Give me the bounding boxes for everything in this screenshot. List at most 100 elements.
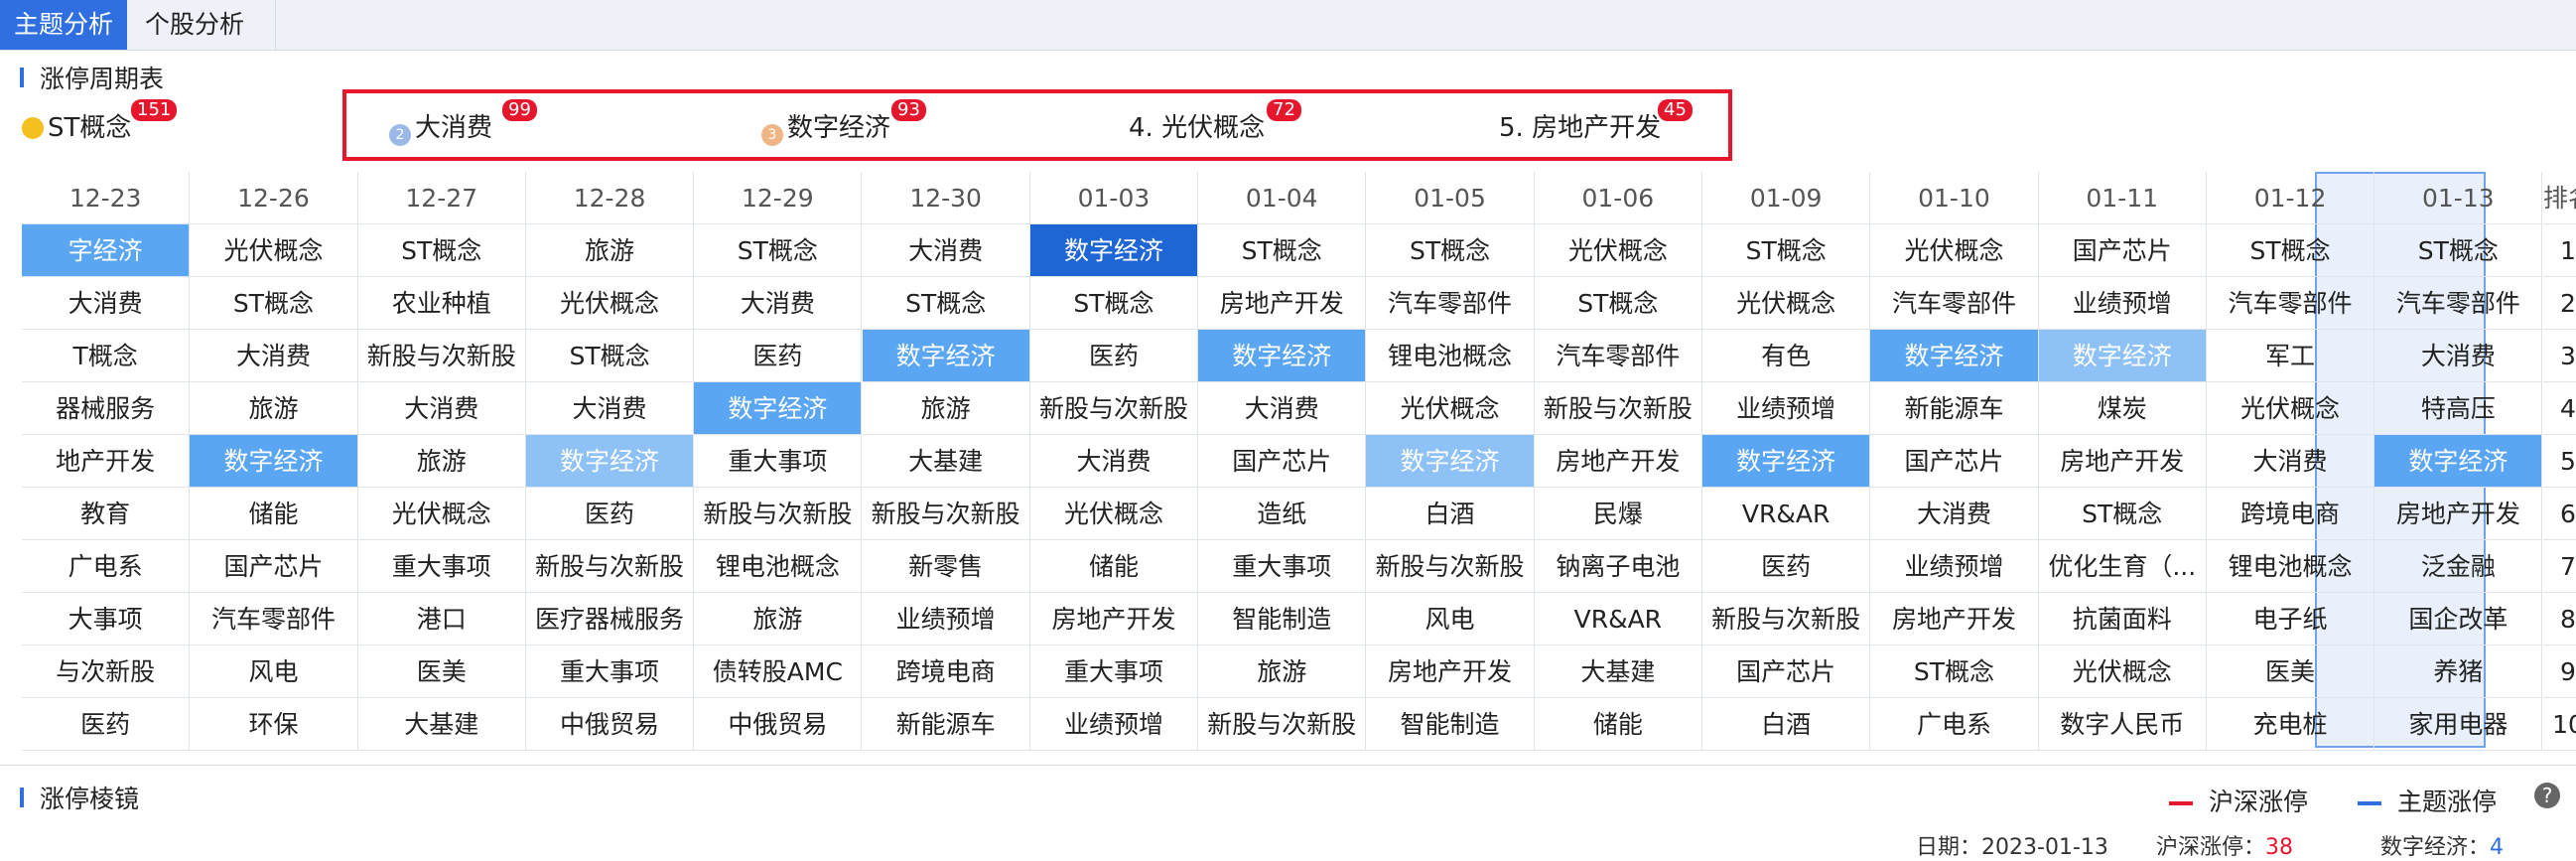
theme-cell[interactable]: 新股与次新股 [525,540,695,593]
theme-cell[interactable]: 白酒 [1702,698,1871,751]
theme-cell[interactable]: 风电 [190,646,358,698]
theme-cell[interactable]: 光伏概念 [525,277,695,330]
theme-cell[interactable]: 港口 [357,593,526,646]
theme-cell[interactable]: 医药 [22,698,191,751]
date-header-6[interactable]: 01-03 [1029,172,1199,224]
theme-cell[interactable]: 新股与次新股 [1702,593,1871,646]
theme-cell[interactable]: 跨境电商 [2206,488,2375,540]
theme-cell[interactable]: 养猪 [2374,646,2543,698]
tab-theme-analysis[interactable]: 主题分析 [0,0,127,50]
theme-cell[interactable]: 锂电池概念 [1366,330,1535,382]
theme-cell[interactable]: 业绩预增 [1870,540,2039,593]
date-header-5[interactable]: 12-30 [862,172,1030,224]
theme-cell[interactable]: 重大事项 [357,540,526,593]
theme-cell[interactable]: 医药 [1029,330,1199,382]
theme-cell[interactable]: 锂电池概念 [694,540,863,593]
theme-cell[interactable]: 储能 [1029,540,1199,593]
theme-cell[interactable]: VR&AR [1534,593,1702,646]
theme-cell[interactable]: 地产开发 [22,435,191,488]
theme-cell[interactable]: 旅游 [694,593,863,646]
theme-cell[interactable]: 中俄贸易 [694,698,863,751]
theme-cell[interactable]: 光伏概念 [1870,224,2039,277]
help-icon[interactable]: ? [2534,783,2560,808]
theme-cell[interactable]: ST概念 [1366,224,1535,277]
date-header-10[interactable]: 01-09 [1702,172,1871,224]
theme-cell[interactable]: 锂电池概念 [2206,540,2375,593]
theme-cell[interactable]: 泛金融 [2374,540,2543,593]
theme-cell[interactable]: ST概念 [1702,224,1871,277]
theme-cell[interactable]: 环保 [190,698,358,751]
theme-cell[interactable]: 医疗器械服务 [525,593,695,646]
theme-cell[interactable]: 抗菌面料 [2038,593,2207,646]
theme-cell[interactable]: 智能制造 [1198,593,1367,646]
theme-cell[interactable]: 光伏概念 [1702,277,1871,330]
theme-cell[interactable]: 充电桩 [2206,698,2375,751]
theme-cell[interactable]: 医药 [525,488,695,540]
theme-cell[interactable]: ST概念 [2206,224,2375,277]
theme-cell[interactable]: 新零售 [862,540,1030,593]
theme-cell[interactable]: 大消费 [22,277,191,330]
theme-cell[interactable]: 国产芯片 [1702,646,1871,698]
theme-cell[interactable]: 与次新股 [22,646,191,698]
theme-cell[interactable]: 有色 [1702,330,1871,382]
theme-cell[interactable]: 房地产开发 [1534,435,1702,488]
theme-cell[interactable]: 广电系 [22,540,191,593]
theme-cell[interactable]: 新股与次新股 [1534,382,1702,435]
theme-cell[interactable]: 大基建 [1534,646,1702,698]
theme-cell[interactable]: 汽车零部件 [190,593,358,646]
theme-cell[interactable]: 重大事项 [525,646,695,698]
theme-cell[interactable]: 民爆 [1534,488,1702,540]
theme-cell[interactable]: 数字经济 [1702,435,1871,488]
theme-cell[interactable]: 新股与次新股 [1029,382,1199,435]
legend-theme-limit-up[interactable]: 主题涨停 [2358,783,2497,818]
theme-cell[interactable]: ST概念 [1029,277,1199,330]
theme-cell[interactable]: 大消费 [862,224,1030,277]
theme-cell[interactable]: 新股与次新股 [862,488,1030,540]
theme-cell[interactable]: ST概念 [1198,224,1367,277]
theme-cell[interactable]: ST概念 [694,224,863,277]
theme-cell[interactable]: ST概念 [862,277,1030,330]
theme-cell[interactable]: ST概念 [1870,646,2039,698]
theme-cell[interactable]: 光伏概念 [2206,382,2375,435]
theme-cell[interactable]: 大事项 [22,593,191,646]
theme-cell[interactable]: 钠离子电池 [1534,540,1702,593]
theme-cell[interactable]: 大消费 [2374,330,2543,382]
theme-cell[interactable]: 汽车零部件 [1366,277,1535,330]
theme-cell[interactable]: 特高压 [2374,382,2543,435]
theme-cell[interactable]: 中俄贸易 [525,698,695,751]
theme-cell[interactable]: 大消费 [525,382,695,435]
theme-cell[interactable]: 大消费 [1870,488,2039,540]
theme-cell[interactable]: 数字经济 [1870,330,2039,382]
theme-cell[interactable]: 优化生育（... [2038,540,2207,593]
date-header-2[interactable]: 12-27 [357,172,526,224]
theme-cell[interactable]: 国产芯片 [1198,435,1367,488]
theme-cell[interactable]: 重大事项 [1029,646,1199,698]
theme-cell[interactable]: 汽车零部件 [1870,277,2039,330]
theme-cell[interactable]: 房地产开发 [1366,646,1535,698]
theme-cell[interactable]: 数字经济 [1198,330,1367,382]
theme-cell[interactable]: 储能 [1534,698,1702,751]
theme-cell[interactable]: 业绩预增 [2038,277,2207,330]
theme-cell[interactable]: 大消费 [1029,435,1199,488]
theme-cell[interactable]: 房地产开发 [2038,435,2207,488]
theme-cell[interactable]: 字经济 [22,224,191,277]
theme-cell[interactable]: 大消费 [190,330,358,382]
date-header-9[interactable]: 01-06 [1534,172,1702,224]
theme-cell[interactable]: 医药 [1702,540,1871,593]
theme-cell[interactable]: ST概念 [357,224,526,277]
theme-cell[interactable]: 农业种植 [357,277,526,330]
theme-cell[interactable]: 光伏概念 [1029,488,1199,540]
date-header-12[interactable]: 01-11 [2038,172,2207,224]
theme-cell[interactable]: 重大事项 [1198,540,1367,593]
theme-cell[interactable]: 业绩预增 [862,593,1030,646]
theme-cell[interactable]: 军工 [2206,330,2375,382]
theme-cell[interactable]: 光伏概念 [1534,224,1702,277]
theme-cell[interactable]: 数字经济 [2038,330,2207,382]
theme-cell[interactable]: 数字经济 [525,435,695,488]
theme-cell[interactable]: ST概念 [190,277,358,330]
theme-cell[interactable]: 数字经济 [694,382,863,435]
theme-cell[interactable]: ST概念 [2038,488,2207,540]
theme-cell[interactable]: 智能制造 [1366,698,1535,751]
theme-cell[interactable]: 广电系 [1870,698,2039,751]
theme-cell[interactable]: 房地产开发 [1870,593,2039,646]
